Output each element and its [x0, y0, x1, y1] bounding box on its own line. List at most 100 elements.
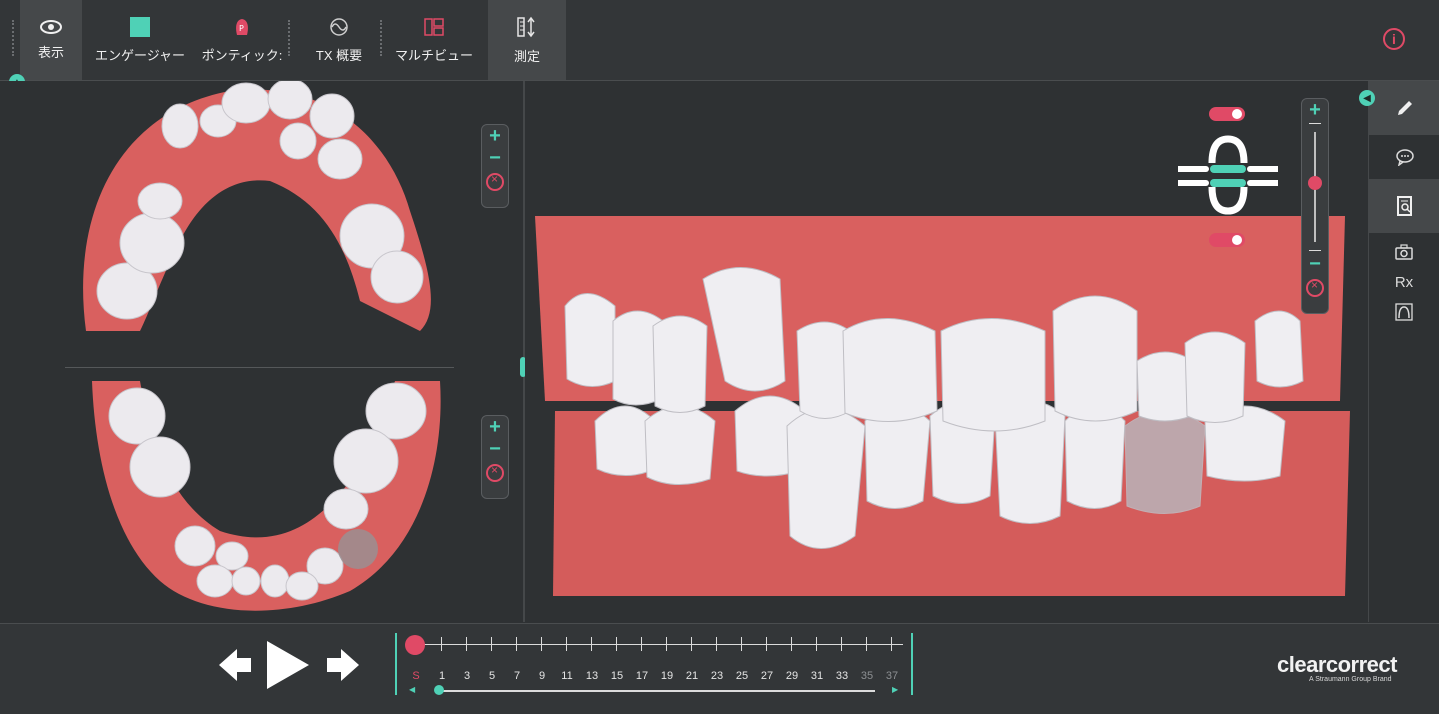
frontal-3d-view[interactable]: + − — [525, 81, 1367, 622]
arch-scan-button[interactable] — [1389, 299, 1419, 325]
timeline-tick[interactable] — [816, 637, 817, 651]
timeline-stage-label: 11 — [561, 670, 573, 682]
comments-button[interactable] — [1369, 135, 1439, 179]
main-zoom-reset-icon[interactable] — [1306, 278, 1324, 297]
timeline-tick[interactable] — [441, 637, 442, 651]
toolbar-pontic-button[interactable]: P ポンティック: — [196, 0, 288, 80]
brand-logo: clearcorrect — [1277, 652, 1397, 677]
upper-zoom-out-button[interactable]: − — [489, 147, 501, 169]
zoom-slider-cap — [1309, 250, 1321, 251]
timeline-stage-label: 15 — [610, 670, 624, 682]
occlusal-views-canvas[interactable] — [0, 78, 523, 622]
zoom-slider-cap — [1309, 123, 1321, 124]
timeline-tick[interactable] — [741, 637, 742, 651]
screenshot-button[interactable] — [1389, 239, 1419, 265]
timeline-tick[interactable] — [691, 637, 692, 651]
upper-zoom-control: + − — [481, 124, 509, 208]
timeline-stage-label: 31 — [810, 670, 824, 682]
timeline-track[interactable] — [415, 644, 903, 645]
arch-divider — [65, 367, 454, 368]
timeline-tick[interactable] — [466, 637, 467, 651]
timeline-start-label: S — [412, 670, 420, 682]
lower-zoom-control: + − — [481, 415, 509, 499]
prescription-button[interactable]: Rx — [1389, 269, 1419, 295]
timeline-tick[interactable] — [891, 637, 892, 651]
toolbar-grip[interactable] — [12, 20, 17, 56]
tx-summary-wave-icon — [330, 17, 348, 36]
toolbar-engager-button[interactable]: エンゲージャー — [90, 0, 190, 80]
timeline-stage-label: 25 — [735, 670, 749, 682]
toolbar-view-button[interactable]: 表示 — [20, 0, 82, 80]
pencil-icon — [1397, 101, 1412, 115]
jaw-separation-icon[interactable] — [1178, 135, 1278, 215]
timeline-tick[interactable] — [516, 637, 517, 651]
eye-icon — [40, 19, 62, 34]
range-right-arrow-icon[interactable]: ▶ — [892, 685, 898, 694]
upper-zoom-reset-icon[interactable] — [486, 172, 504, 191]
timeline-tick[interactable] — [791, 637, 792, 651]
timeline-tick[interactable] — [616, 637, 617, 651]
timeline-tick[interactable] — [591, 637, 592, 651]
zoom-slider-track[interactable] — [1308, 132, 1322, 242]
timeline-start-bar — [395, 633, 397, 695]
multiview-icon — [424, 17, 444, 36]
play-button[interactable] — [267, 641, 309, 689]
timeline-end-bar — [911, 633, 913, 695]
toolbar-pontic-label: ポンティック: — [201, 47, 283, 63]
range-left-arrow-icon[interactable]: ◀ — [409, 685, 415, 694]
timeline-range-bar[interactable] — [435, 690, 875, 692]
lower-jaw-toggle[interactable] — [1209, 233, 1245, 247]
timeline-tick[interactable] — [541, 637, 542, 651]
toolbar-grip — [288, 20, 293, 56]
toolbar-multiview-button[interactable]: マルチビュー — [390, 0, 478, 80]
prev-stage-button[interactable] — [219, 649, 251, 681]
playback-controls — [219, 641, 359, 689]
main-zoom-in-button[interactable]: + — [1309, 99, 1321, 121]
timeline-stage-label: 13 — [585, 670, 599, 682]
timeline-tick[interactable] — [716, 637, 717, 651]
timeline-tick[interactable] — [766, 637, 767, 651]
toolbar-grip — [380, 20, 385, 56]
next-stage-button[interactable] — [327, 649, 359, 681]
edit-tool-button[interactable] — [1369, 81, 1439, 135]
timeline-stage-label: 1 — [438, 670, 446, 682]
timeline-stage-label: 29 — [785, 670, 799, 682]
lower-zoom-in-button[interactable]: + — [489, 416, 501, 438]
top-toolbar: 表示 エンゲージャー P ポンティック: TX 概要 マルチビュー 測定 i — [0, 0, 1439, 81]
timeline-stage-label: 21 — [685, 670, 699, 682]
document-review-button[interactable] — [1369, 179, 1439, 233]
timeline-tick[interactable] — [666, 637, 667, 651]
collapse-right-rail-icon[interactable]: ◀ — [1359, 90, 1375, 106]
info-icon[interactable]: i — [1383, 28, 1405, 50]
main-zoom-out-button[interactable]: − — [1309, 253, 1321, 275]
main-zoom-control: + − — [1301, 98, 1329, 314]
arch-scan-icon — [1395, 303, 1413, 321]
toolbar-measure-button[interactable]: 測定 — [488, 0, 566, 80]
brand-tagline: A Straumann Group Brand — [1309, 676, 1392, 683]
timeline-tick[interactable] — [641, 637, 642, 651]
lower-zoom-out-button[interactable]: − — [489, 438, 501, 460]
camera-icon — [1395, 244, 1413, 260]
stage-timeline[interactable]: S 1 3 5 7 9 11 13 15 17 19 21 23 25 27 29 31 33 35 37 ◀ ▶ — [395, 633, 915, 695]
timeline-range-handle[interactable] — [434, 685, 444, 695]
toolbar-tx-summary-button[interactable]: TX 概要 — [300, 0, 378, 80]
timeline-tick[interactable] — [491, 637, 492, 651]
pontic-tooth-icon: P — [236, 18, 248, 35]
zoom-slider-thumb[interactable] — [1308, 176, 1322, 190]
upper-zoom-in-button[interactable]: + — [489, 125, 501, 147]
timeline-stage-label: 7 — [513, 670, 521, 682]
upper-jaw-toggle[interactable] — [1209, 107, 1245, 121]
timeline-stage-label: 19 — [660, 670, 674, 682]
timeline-tick[interactable] — [866, 637, 867, 651]
timeline-stage-label: 33 — [835, 670, 849, 682]
timeline-tick[interactable] — [841, 637, 842, 651]
timeline-tick[interactable] — [566, 637, 567, 651]
toolbar-multiview-label: マルチビュー — [394, 47, 473, 63]
toolbar-tx-summary-label: TX 概要 — [315, 47, 363, 63]
svg-text:P: P — [239, 24, 244, 33]
timeline-stage-handle[interactable] — [405, 635, 425, 655]
timeline-stage-label: 35 — [860, 670, 874, 682]
right-tool-rail: Rx — [1368, 81, 1439, 622]
lower-zoom-reset-icon[interactable] — [486, 463, 504, 482]
measure-icon — [517, 16, 535, 37]
